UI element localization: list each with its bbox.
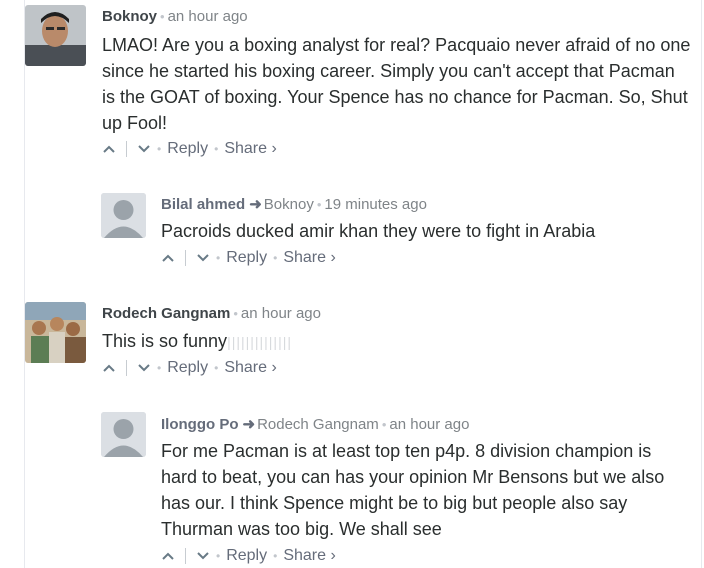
reply-button[interactable]: Reply — [226, 547, 267, 565]
comment-actions: • Reply • Share › — [161, 248, 336, 268]
vote-divider — [126, 141, 127, 157]
separator-dot: • — [381, 417, 387, 432]
separator-dot: • — [160, 9, 165, 24]
chevron-up-icon[interactable] — [102, 144, 116, 154]
avatar[interactable] — [101, 412, 146, 457]
garbled-characters: |||||||||||||| — [227, 334, 292, 350]
comment-body: For me Pacman is at least top ten p4p. 8… — [161, 441, 665, 539]
reply-arrow-icon: ➜ — [242, 416, 256, 433]
timestamp[interactable]: an hour ago — [241, 305, 321, 322]
comment-body: This is so funny|||||||||||||| — [102, 328, 692, 355]
comment-actions: • Reply • Share › — [102, 358, 277, 378]
thread-left-border — [24, 0, 25, 568]
comment-text: This is so funny — [102, 331, 228, 351]
default-avatar-icon — [101, 412, 146, 457]
chevron-up-icon[interactable] — [161, 551, 175, 561]
author-name[interactable]: Bilal ahmed — [161, 196, 245, 213]
chevron-down-icon[interactable] — [137, 144, 151, 154]
comment-header: Rodech Gangnam • an hour ago — [102, 305, 321, 322]
timestamp[interactable]: an hour ago — [168, 8, 248, 25]
thread-right-border — [701, 0, 702, 568]
separator-dot: • — [157, 142, 162, 156]
timestamp[interactable]: an hour ago — [389, 416, 469, 433]
separator-dot: • — [273, 251, 278, 265]
share-button[interactable]: Share › — [283, 249, 335, 267]
comment-header: Boknoy • an hour ago — [102, 8, 248, 25]
reply-arrow-icon: ➜ — [249, 196, 262, 213]
chevron-down-icon[interactable] — [196, 551, 210, 561]
share-button[interactable]: Share › — [224, 140, 276, 158]
avatar[interactable] — [25, 5, 86, 66]
vote-divider — [185, 548, 186, 564]
separator-dot: • — [316, 197, 322, 212]
author-name[interactable]: Ilonggo Po — [161, 416, 238, 433]
user-photo-icon — [25, 302, 86, 363]
separator-dot: • — [216, 251, 221, 265]
vote-divider — [185, 250, 186, 266]
chevron-up-icon[interactable] — [102, 363, 116, 373]
reply-to-name[interactable]: Rodech Gangnam — [257, 416, 379, 433]
separator-dot: • — [214, 142, 219, 156]
author-name[interactable]: Rodech Gangnam — [102, 305, 230, 322]
chevron-up-icon[interactable] — [161, 253, 175, 263]
separator-dot: • — [157, 361, 162, 375]
share-button[interactable]: Share › — [224, 359, 276, 377]
reply-button[interactable]: Reply — [167, 140, 208, 158]
comment-header: Ilonggo Po ➜ Rodech Gangnam • an hour ago — [161, 415, 469, 433]
timestamp[interactable]: 19 minutes ago — [324, 196, 427, 213]
separator-dot: • — [216, 549, 221, 563]
avatar[interactable] — [25, 302, 86, 363]
separator-dot: • — [233, 306, 238, 321]
comment-actions: • Reply • Share › — [161, 546, 336, 566]
reply-button[interactable]: Reply — [167, 359, 208, 377]
separator-dot: • — [273, 549, 278, 563]
reply-to-name[interactable]: Boknoy — [264, 196, 314, 213]
author-name[interactable]: Boknoy — [102, 8, 157, 25]
separator-dot: • — [214, 361, 219, 375]
reply-button[interactable]: Reply — [226, 249, 267, 267]
comment-actions: • Reply • Share › — [102, 139, 277, 159]
share-button[interactable]: Share › — [283, 547, 335, 565]
chevron-down-icon[interactable] — [137, 363, 151, 373]
avatar[interactable] — [101, 193, 146, 238]
user-photo-icon — [25, 5, 86, 66]
comment-header: Bilal ahmed ➜ Boknoy • 19 minutes ago — [161, 195, 427, 213]
vote-divider — [126, 360, 127, 376]
default-avatar-icon — [101, 193, 146, 238]
comment-body: LMAO! Are you a boxing analyst for real?… — [102, 35, 691, 133]
chevron-down-icon[interactable] — [196, 253, 210, 263]
comment-body: Pacroids ducked amir khan they were to f… — [161, 221, 596, 241]
